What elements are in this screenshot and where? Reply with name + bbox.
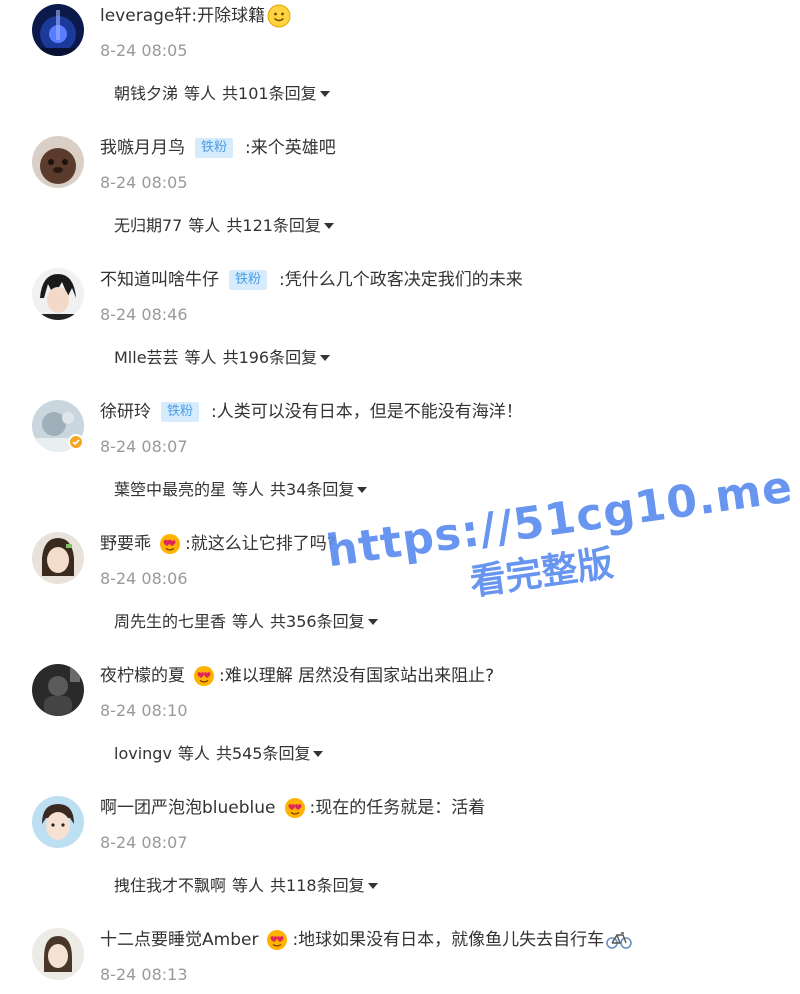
comment-text: :开除球籍	[191, 6, 266, 26]
chevron-down-icon	[319, 90, 330, 98]
heart-face-icon	[266, 929, 288, 951]
chevron-down-icon	[320, 354, 331, 362]
reply-mid: 等人	[232, 480, 265, 499]
verified-badge-icon	[68, 434, 84, 450]
reply-summary[interactable]: 朝钱夕涕 等人 共101条回复	[114, 82, 330, 106]
comment-text: :现在的任务就是：活着	[309, 798, 486, 818]
reply-mid: 等人	[184, 84, 217, 103]
reply-user: 葉箜中最亮的星	[114, 480, 227, 499]
username[interactable]: 十二点要睡觉Amber	[100, 926, 258, 954]
timestamp: 8-24 08:46	[100, 305, 188, 324]
comment-list: leverage轩 :开除球籍 8-24 08:05 朝钱夕涕 等人 共101条…	[0, 0, 800, 994]
fan-badge: 铁粉	[229, 270, 268, 290]
bicycle-emoji-icon	[606, 930, 632, 950]
reply-count: 共545条回复	[215, 744, 311, 763]
avatar[interactable]	[32, 664, 84, 716]
reply-user: 拽住我才不飘啊	[114, 876, 227, 895]
comment-text: :来个英雄吧	[245, 138, 336, 158]
reply-mid: 等人	[188, 216, 221, 235]
chevron-down-icon	[367, 618, 378, 626]
comment-text: :凭什么几个政客决定我们的未来	[279, 270, 523, 290]
timestamp: 8-24 08:05	[100, 41, 188, 60]
heart-face-icon	[159, 533, 181, 555]
avatar[interactable]	[32, 796, 84, 848]
username[interactable]: leverage轩	[100, 2, 191, 30]
timestamp: 8-24 08:06	[100, 569, 188, 588]
comment-text: :难以理解 居然没有国家站出来阻止?	[219, 666, 495, 686]
username[interactable]: 啊一团严泡泡blueblue	[100, 794, 276, 822]
avatar[interactable]	[32, 928, 84, 980]
timestamp: 8-24 08:10	[100, 701, 188, 720]
reply-mid: 等人	[232, 612, 265, 631]
reply-mid: 等人	[184, 348, 217, 367]
reply-user: 周先生的七里香	[114, 612, 227, 631]
reply-count: 共101条回复	[222, 84, 317, 103]
reply-user: 朝钱夕涕	[114, 84, 179, 103]
comment-text: :人类可以没有日本，但是不能没有海洋！	[211, 402, 523, 422]
reply-count: 共34条回复	[270, 480, 355, 499]
comment-item: 野要乖 :就这么让它排了吗? 8-24 08:06 周先生的七里香 等人 共35…	[0, 528, 800, 660]
timestamp: 8-24 08:07	[100, 437, 188, 456]
fan-badge: 铁粉	[161, 402, 200, 422]
avatar[interactable]	[32, 136, 84, 188]
comment-text: :地球如果没有日本，就像鱼儿失去自行车	[292, 930, 605, 950]
reply-mid: 等人	[232, 876, 265, 895]
username[interactable]: 我嗾月月鸟	[100, 134, 185, 162]
comment-text: :就这么让它排了吗?	[185, 534, 336, 554]
timestamp: 8-24 08:13	[100, 965, 188, 984]
chevron-down-icon	[367, 882, 378, 890]
reply-mid: 等人	[177, 744, 210, 763]
reply-user: 无归期77	[114, 216, 183, 235]
chevron-down-icon	[357, 486, 368, 494]
smiley-emoji-icon	[267, 4, 291, 28]
comment-item: 夜柠檬的夏 :难以理解 居然没有国家站出来阻止? 8-24 08:10 lovi…	[0, 660, 800, 792]
reply-user: Mlle芸芸	[114, 348, 179, 367]
comment-item: 我嗾月月鸟 铁粉 :来个英雄吧 8-24 08:05 无归期77 等人 共121…	[0, 132, 800, 264]
username[interactable]: 野要乖	[100, 530, 151, 558]
reply-count: 共121条回复	[226, 216, 321, 235]
username[interactable]: 不知道叫啥牛仔	[100, 266, 219, 294]
comment-item: 徐研玲 铁粉 :人类可以没有日本，但是不能没有海洋！ 8-24 08:07 葉箜…	[0, 396, 800, 528]
timestamp: 8-24 08:07	[100, 833, 188, 852]
chevron-down-icon	[323, 222, 334, 230]
avatar[interactable]	[32, 4, 84, 56]
reply-summary[interactable]: 葉箜中最亮的星 等人 共34条回复	[114, 478, 368, 502]
username[interactable]: 夜柠檬的夏	[100, 662, 185, 690]
heart-face-icon	[193, 665, 215, 687]
timestamp: 8-24 08:05	[100, 173, 188, 192]
reply-count: 共356条回复	[270, 612, 365, 631]
reply-summary[interactable]: lovingv 等人 共545条回复	[114, 742, 324, 766]
reply-count: 共196条回复	[222, 348, 318, 367]
reply-summary[interactable]: 周先生的七里香 等人 共356条回复	[114, 610, 378, 634]
comment-item: leverage轩 :开除球籍 8-24 08:05 朝钱夕涕 等人 共101条…	[0, 0, 800, 132]
reply-summary[interactable]: Mlle芸芸 等人 共196条回复	[114, 346, 331, 370]
reply-summary[interactable]: 拽住我才不飘啊 等人 共118条回复	[114, 874, 378, 898]
avatar[interactable]	[32, 532, 84, 584]
username[interactable]: 徐研玲	[100, 398, 151, 426]
comment-item: 十二点要睡觉Amber :地球如果没有日本，就像鱼儿失去自行车 8-24 08:…	[0, 924, 800, 994]
fan-badge: 铁粉	[195, 138, 234, 158]
comment-item: 不知道叫啥牛仔 铁粉 :凭什么几个政客决定我们的未来 8-24 08:46 Ml…	[0, 264, 800, 396]
avatar[interactable]	[32, 268, 84, 320]
reply-summary[interactable]: 无归期77 等人 共121条回复	[114, 214, 334, 238]
reply-count: 共118条回复	[270, 876, 365, 895]
comment-item: 啊一团严泡泡blueblue :现在的任务就是：活着 8-24 08:07 拽住…	[0, 792, 800, 924]
reply-user: lovingv	[114, 744, 172, 763]
chevron-down-icon	[313, 750, 324, 758]
heart-face-icon	[284, 797, 306, 819]
